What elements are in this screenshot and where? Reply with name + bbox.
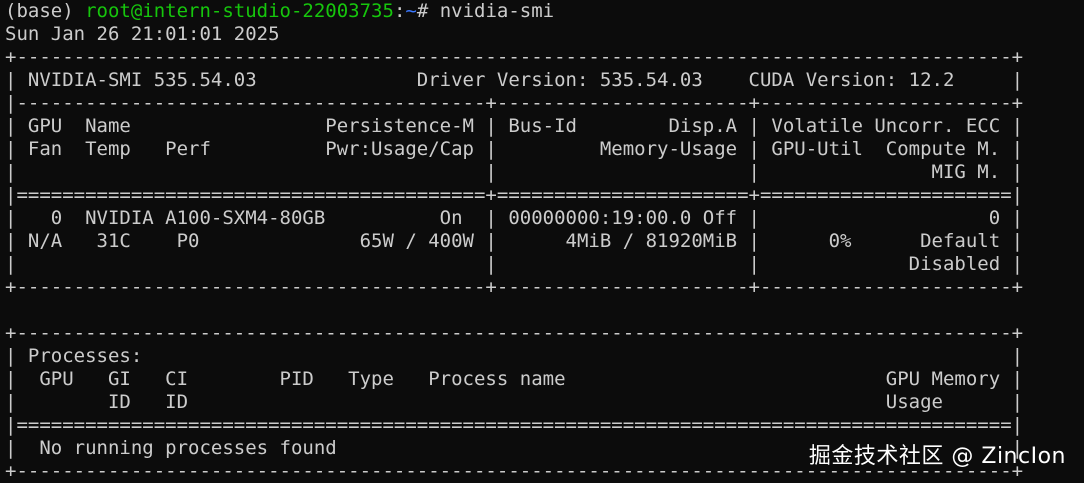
output-line: | 0 NVIDIA A100-SXM4-80GB On | 00000000:… [5,207,1024,229]
output-line: | GPU GI CI PID Type Process name GPU Me… [5,368,1024,390]
prompt-line: (base) root@intern-studio-22003735:~# nv… [5,0,1084,23]
prompt-colon: : [393,0,406,22]
output-line: |=======================================… [5,184,1024,206]
output-line: | N/A 31C P0 65W / 400W | 4MiB / 81920Mi… [5,230,1024,252]
output-line: | GPU Name Persistence-M | Bus-Id Disp.A… [5,115,1024,137]
conda-env-label: (base) [5,0,86,22]
output-line: |=======================================… [5,414,1024,436]
user-host: root@intern-studio-22003735 [85,0,394,22]
prompt-symbol: # [416,0,440,22]
date-line: Sun Jan 26 21:01:01 2025 [5,23,280,45]
terminal-window[interactable]: (base) root@intern-studio-22003735:~# nv… [0,0,1084,483]
watermark-text: 掘金技术社区 @ ZincIon [808,444,1066,469]
output-line: +---------------------------------------… [5,322,1024,344]
output-line: | NVIDIA-SMI 535.54.03 Driver Version: 5… [5,69,1024,91]
output-line: | ID ID Usage | [5,391,1024,413]
output-line: +---------------------------------------… [5,276,1024,298]
output-line: | | | MIG M. | [5,161,1024,183]
command-text: nvidia-smi [439,0,555,22]
output-line: | Processes: | [5,345,1024,367]
output-line: | Fan Temp Perf Pwr:Usage/Cap | Memory-U… [5,138,1024,160]
prompt-path: ~ [405,0,417,22]
output-line: |---------------------------------------… [5,92,1024,114]
output-line: | | | Disabled | [5,253,1024,275]
output-line: +---------------------------------------… [5,46,1024,68]
